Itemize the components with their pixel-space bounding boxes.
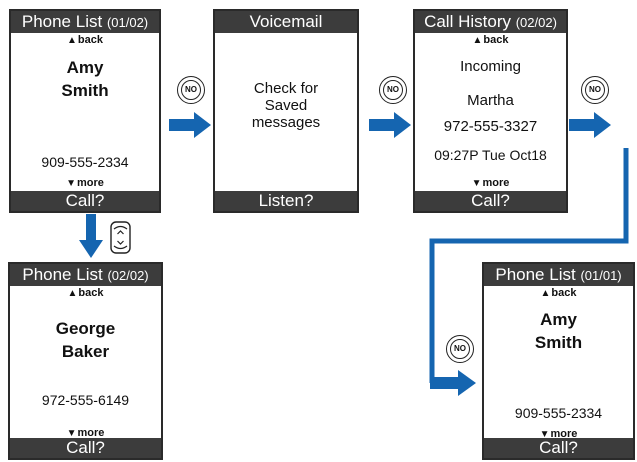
down-triangle-icon: ▼ [471, 178, 482, 189]
screen-title: Phone List [21, 12, 103, 31]
screen-title: Voicemail [249, 12, 323, 31]
back-label: back [483, 34, 509, 46]
page-indicator: (01/01) [580, 268, 622, 283]
up-triangle-icon: ▲ [67, 288, 78, 299]
no-button-label: NO [387, 85, 399, 94]
phone-list-screen: Phone List (01/02) ▲back Amy Smith 909-5… [9, 9, 161, 213]
no-button[interactable]: NO [379, 76, 407, 104]
back-nav[interactable]: ▲back [11, 34, 159, 47]
no-button[interactable]: NO [446, 335, 474, 363]
contact-last-name: Baker [61, 342, 110, 361]
screen-title-bar: Call History (02/02) [415, 11, 566, 33]
page-indicator: (02/02) [515, 15, 557, 30]
contact-number: 972-555-6149 [41, 392, 130, 408]
screen-title-bar: Phone List (02/02) [10, 264, 161, 286]
softkey-call[interactable]: Call? [415, 191, 566, 211]
caller-name: Martha [467, 92, 514, 109]
no-button-label: NO [589, 85, 601, 94]
screen-title: Call History [424, 12, 511, 31]
up-triangle-icon: ▲ [540, 288, 551, 299]
call-direction: Incoming [460, 58, 521, 75]
more-nav[interactable]: ▼more [415, 177, 566, 190]
no-button[interactable]: NO [581, 76, 609, 104]
page-indicator: (01/02) [106, 15, 149, 30]
no-button-label: NO [454, 344, 466, 353]
more-label: more [482, 177, 510, 189]
no-button-label: NO [185, 85, 197, 94]
voicemail-screen: Voicemail Check for Saved messages Liste… [213, 9, 359, 213]
arrow-to-phone-list-2 [79, 214, 103, 258]
page-indicator: (02/02) [107, 268, 149, 283]
back-label: back [551, 287, 577, 299]
call-timestamp: 09:27P Tue Oct18 [434, 147, 547, 163]
contact-first-name: Amy [540, 310, 577, 329]
no-button[interactable]: NO [177, 76, 205, 104]
screen-title-bar: Voicemail [215, 11, 357, 33]
arrow-to-call-history [369, 112, 411, 138]
screen-title-bar: Phone List (01/01) [484, 264, 633, 286]
more-nav[interactable]: ▼more [11, 177, 159, 190]
contact-number: 909-555-2334 [514, 405, 603, 421]
softkey-call[interactable]: Call? [484, 438, 633, 458]
up-triangle-icon: ▲ [472, 35, 483, 46]
phone-list-screen: Phone List (01/01) ▲back Amy Smith 909-5… [482, 262, 635, 460]
caller-number: 972-555-3327 [443, 118, 538, 135]
voicemail-line-2: Saved [264, 97, 308, 114]
softkey-listen[interactable]: Listen? [215, 191, 357, 211]
contact-first-name: George [55, 319, 116, 338]
back-nav[interactable]: ▲back [484, 287, 633, 300]
voicemail-line-3: messages [251, 114, 321, 131]
back-label: back [77, 34, 103, 46]
arrow-to-right-edge [569, 112, 611, 138]
contact-first-name: Amy [66, 58, 104, 77]
up-triangle-icon: ▲ [67, 35, 77, 46]
back-nav[interactable]: ▲back [415, 34, 566, 47]
softkey-call[interactable]: Call? [11, 191, 159, 211]
screen-title: Phone List [495, 265, 576, 284]
contact-last-name: Smith [534, 333, 583, 352]
phone-list-screen: Phone List (02/02) ▲back George Baker 97… [8, 262, 163, 460]
back-nav[interactable]: ▲back [10, 287, 161, 300]
softkey-call[interactable]: Call? [10, 438, 161, 458]
back-label: back [78, 287, 104, 299]
screen-title-bar: Phone List (01/02) [11, 11, 159, 33]
contact-number: 909-555-2334 [41, 154, 129, 170]
call-history-screen: Call History (02/02) ▲back Incoming Mart… [413, 9, 568, 213]
more-label: more [77, 177, 104, 189]
contact-last-name: Smith [61, 81, 109, 100]
arrow-to-voicemail [169, 112, 211, 138]
screen-title: Phone List [22, 265, 103, 284]
voicemail-line-1: Check for [253, 80, 319, 97]
up-down-scroll-key-icon[interactable] [110, 221, 131, 254]
arrow-to-phone-list-3 [430, 370, 476, 396]
down-triangle-icon: ▼ [66, 178, 76, 189]
